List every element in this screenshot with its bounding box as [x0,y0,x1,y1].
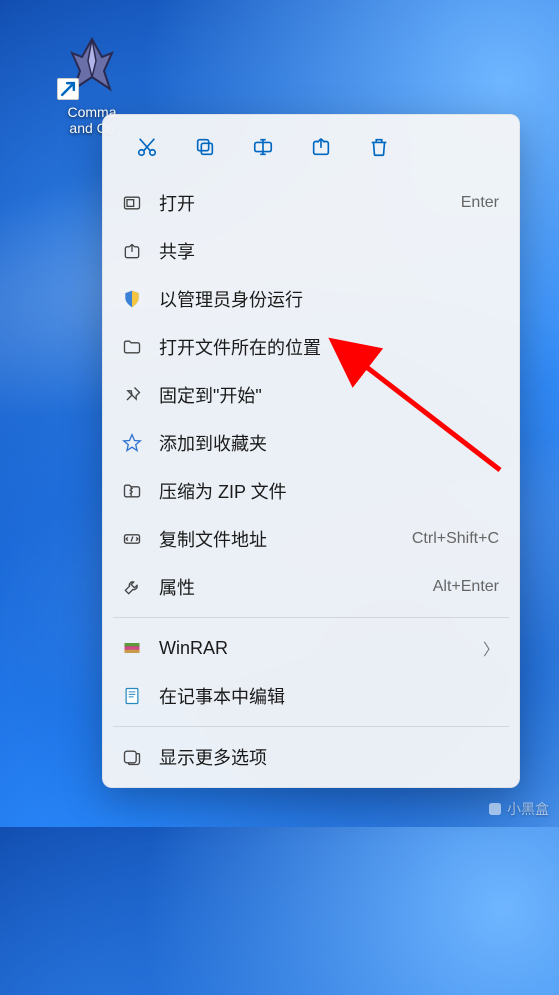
menu-item-run-as-admin[interactable]: 以管理员身份运行 [109,275,513,323]
copy-button[interactable] [183,125,227,169]
menu-label: 复制文件地址 [159,526,402,552]
menu-label: 添加到收藏夹 [159,430,499,456]
star-icon [119,430,145,456]
shortcut-overlay-icon [57,78,79,100]
watermark-text: 小黑盒 [507,799,549,819]
folder-icon [119,334,145,360]
share-button[interactable] [299,125,343,169]
menu-label: 固定到"开始" [159,382,499,408]
menu-item-winrar[interactable]: WinRAR 〉 [109,624,513,672]
menu-item-share[interactable]: 共享 [109,227,513,275]
shield-icon [119,286,145,312]
context-menu: 打开 Enter 共享 以管理员身份运行 打开文件所在的位置 固定到"开始" 添… [102,114,520,788]
menu-item-properties[interactable]: 属性 Alt+Enter [109,563,513,611]
menu-label: 打开 [159,190,451,216]
menu-label: 在记事本中编辑 [159,683,499,709]
menu-item-show-more-options[interactable]: 显示更多选项 [109,733,513,781]
menu-label: 共享 [159,238,499,264]
chevron-right-icon: 〉 [483,636,499,660]
menu-shortcut: Ctrl+Shift+C [412,530,499,548]
cut-button[interactable] [125,125,169,169]
menu-label: WinRAR [159,638,477,659]
menu-separator [113,726,509,727]
menu-item-pin-to-start[interactable]: 固定到"开始" [109,371,513,419]
zip-icon [119,478,145,504]
menu-label: 显示更多选项 [159,744,499,770]
menu-item-copy-as-path[interactable]: 复制文件地址 Ctrl+Shift+C [109,515,513,563]
menu-shortcut: Alt+Enter [433,578,499,596]
menu-item-open-file-location[interactable]: 打开文件所在的位置 [109,323,513,371]
notepad-icon [119,683,145,709]
path-icon [119,526,145,552]
menu-item-open[interactable]: 打开 Enter [109,179,513,227]
app-icon [57,30,127,100]
menu-label: 打开文件所在的位置 [159,334,499,360]
open-icon [119,190,145,216]
more-options-icon [119,744,145,770]
rename-button[interactable] [241,125,285,169]
menu-shortcut: Enter [461,194,499,212]
menu-item-edit-in-notepad[interactable]: 在记事本中编辑 [109,672,513,720]
wrench-icon [119,574,145,600]
share-icon [119,238,145,264]
pin-icon [119,382,145,408]
menu-item-add-to-favorites[interactable]: 添加到收藏夹 [109,419,513,467]
menu-label: 压缩为 ZIP 文件 [159,478,499,504]
menu-label: 属性 [159,574,423,600]
delete-button[interactable] [357,125,401,169]
watermark: 小黑盒 [487,799,549,819]
menu-label: 以管理员身份运行 [159,286,499,312]
menu-separator [113,617,509,618]
winrar-icon [119,635,145,661]
menu-item-compress-to-zip[interactable]: 压缩为 ZIP 文件 [109,467,513,515]
context-menu-toolbar [109,121,513,179]
